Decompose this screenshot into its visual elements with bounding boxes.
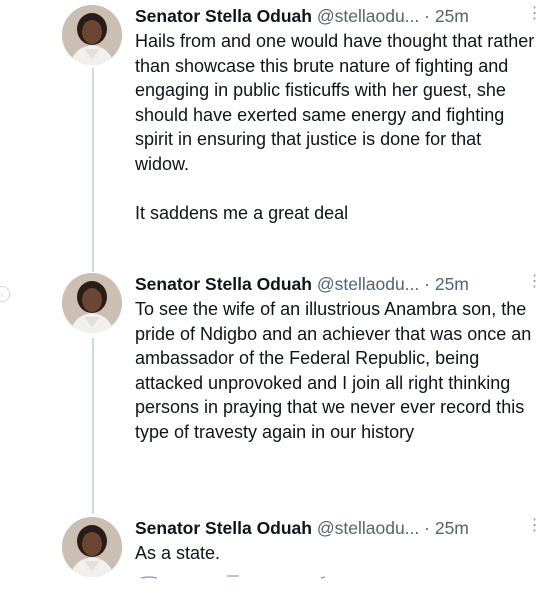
separator: · xyxy=(424,6,430,26)
avatar-photo xyxy=(62,5,122,65)
author-name[interactable]: Senator Stella Oduah xyxy=(135,274,312,294)
timestamp[interactable]: 25m xyxy=(435,518,469,538)
timestamp[interactable]: 25m xyxy=(435,274,469,294)
timestamp[interactable]: 25m xyxy=(435,6,469,26)
more-vertical-icon[interactable]: ⋮ xyxy=(524,3,544,25)
avatar-photo xyxy=(62,517,122,577)
avatar[interactable] xyxy=(62,273,122,333)
cut-off-text xyxy=(140,575,326,579)
more-vertical-icon[interactable]: ⋮ xyxy=(524,271,544,293)
tweet-header: Senator Stella Oduah @stellaodu... · 25m… xyxy=(135,3,544,29)
avatar[interactable] xyxy=(62,517,122,577)
author-name[interactable]: Senator Stella Oduah xyxy=(135,6,312,26)
tweet-text: As a state. xyxy=(135,543,221,563)
scroll-icon[interactable]: ‹ xyxy=(0,286,10,302)
author-handle[interactable]: @stellaodu... xyxy=(317,6,419,26)
tweet-text: To see the wife of an illustrious Anambr… xyxy=(135,299,537,442)
avatar[interactable] xyxy=(62,5,122,65)
thread-line-1 xyxy=(92,68,94,272)
avatar-photo xyxy=(62,273,122,333)
tweet-header: Senator Stella Oduah @stellaodu... · 25m… xyxy=(135,271,544,297)
tweet-text: Hails from and one would have thought th… xyxy=(135,31,535,223)
more-vertical-icon[interactable]: ⋮ xyxy=(524,515,544,537)
separator: · xyxy=(424,518,430,538)
author-name[interactable]: Senator Stella Oduah xyxy=(135,518,312,538)
thread-line-2 xyxy=(92,338,94,514)
tweet-header: Senator Stella Oduah @stellaodu... · 25m… xyxy=(135,515,544,541)
separator: · xyxy=(424,274,430,294)
author-handle[interactable]: @stellaodu... xyxy=(317,274,419,294)
author-handle[interactable]: @stellaodu... xyxy=(317,518,419,538)
